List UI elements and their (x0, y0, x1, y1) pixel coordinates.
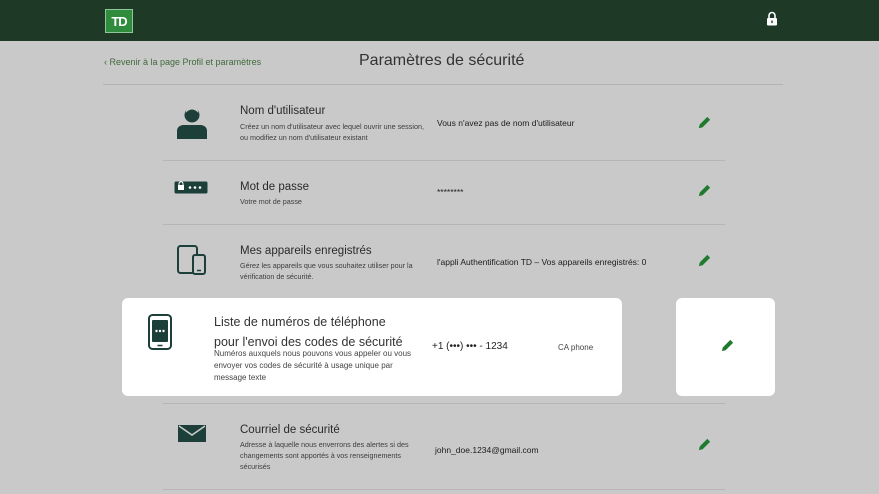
row-divider (163, 403, 725, 404)
phone-icon (148, 314, 172, 350)
username-value: Vous n'avez pas de nom d'utilisateur (437, 118, 575, 128)
edit-email-icon[interactable] (697, 437, 712, 452)
divider (103, 84, 783, 85)
page-title: Paramètres de sécurité (359, 52, 525, 69)
email-value: john_doe.1234@gmail.com (435, 445, 539, 455)
edit-phones-icon[interactable] (720, 338, 735, 353)
password-desc: Votre mot de passe (240, 197, 302, 206)
lock-icon[interactable] (766, 11, 778, 26)
password-value: ******** (437, 187, 464, 197)
email-title: Courriel de sécurité (240, 424, 340, 436)
username-desc: Créez un nom d'utilisateur avec lequel o… (240, 122, 424, 142)
envelope-icon (178, 425, 206, 442)
phones-desc: Numéros auxquels nous pouvons vous appel… (214, 349, 412, 382)
edit-devices-icon[interactable] (697, 253, 712, 268)
row-divider (163, 224, 725, 225)
phones-title: Liste de numéros de téléphone pour l'env… (214, 315, 403, 349)
row-divider (163, 160, 725, 161)
edit-password-icon[interactable] (697, 183, 712, 198)
devices-desc: Gérez les appareils que vous souhaitez u… (240, 261, 413, 281)
devices-title: Mes appareils enregistrés (240, 245, 372, 257)
password-title: Mot de passe (240, 181, 310, 193)
phone-number-value: +1 (•••) ••• - 1234 (432, 341, 508, 352)
back-link[interactable]: ‹ Revenir à la page Profil et paramètres (104, 57, 261, 67)
devices-icon (177, 245, 206, 275)
username-title: Nom d'utilisateur (240, 105, 326, 117)
td-logo[interactable]: TD (105, 9, 133, 33)
phone-type-label: CA phone (558, 343, 594, 352)
user-icon (177, 106, 207, 139)
row-divider (163, 489, 725, 490)
devices-value: l'appli Authentification TD – Vos appare… (437, 257, 647, 267)
edit-username-icon[interactable] (697, 115, 712, 130)
email-desc: Adresse à laquelle nous enverrons des al… (240, 440, 409, 471)
password-icon (174, 181, 208, 194)
